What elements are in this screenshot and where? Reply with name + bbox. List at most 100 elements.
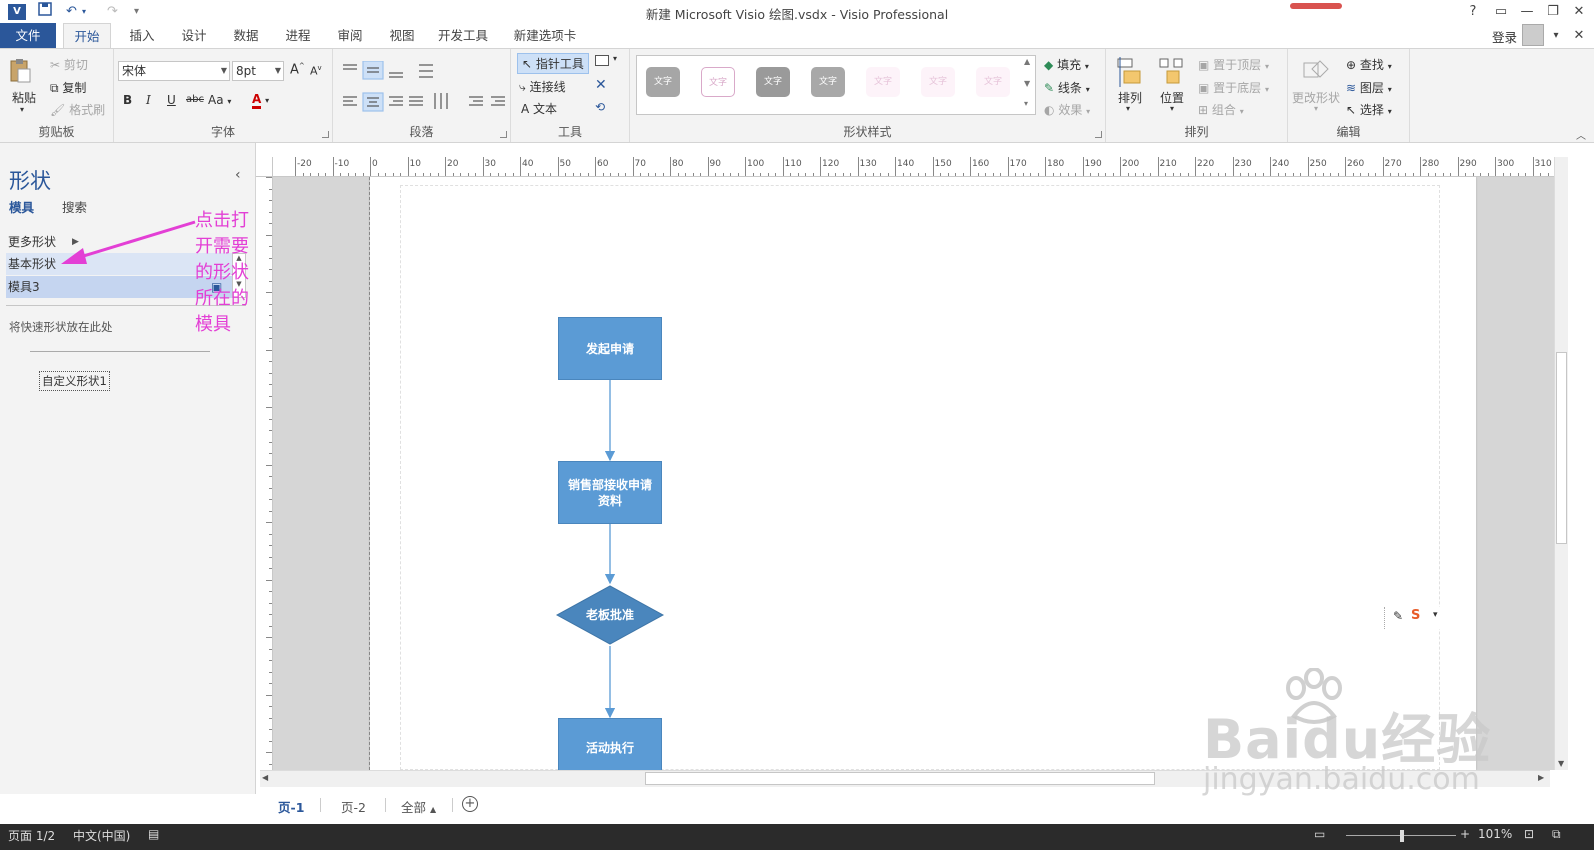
custom-shape-item[interactable]: 自定义形状1 [39,371,110,391]
font-color-button[interactable]: A ▾ [252,92,269,109]
format-painter-button[interactable]: 🖌 格式刷 [50,101,105,118]
position-button[interactable] [1158,57,1186,90]
paste-button[interactable] [8,57,32,86]
change-shape-button[interactable] [1300,57,1330,88]
italic-button[interactable]: I [146,93,151,107]
node-sales-receive[interactable]: 销售部接收申请资料 [558,461,662,524]
login-link[interactable]: 登录 [1492,27,1517,46]
ime-toolbar[interactable]: ✎ S ▾ [1384,607,1454,629]
fill-button[interactable]: ◆ 填充 ▾ [1044,56,1089,73]
tab-process[interactable]: 进程 [274,23,322,48]
style-swatch-4[interactable]: 文字 [805,57,853,105]
status-page[interactable]: 页面 1/2 [8,827,55,844]
fit-page-icon[interactable]: ⊡ [1524,827,1534,841]
copy-button[interactable]: ⧉ 复制 [50,79,86,96]
help-button[interactable]: ? [1462,2,1484,21]
maximize-button[interactable]: ❐ [1542,2,1564,21]
align-chevron-icon[interactable]: ▾ [1126,104,1130,113]
scroll-down-icon[interactable]: ▼ [1558,759,1564,768]
paste-label[interactable]: 粘贴 [12,89,36,106]
close-button[interactable]: ✕ [1568,2,1590,21]
vertical-scroll-thumb[interactable] [1556,352,1567,544]
bold-button[interactable]: B [123,93,132,107]
tab-file[interactable]: 文件 [0,23,56,48]
font-dialog-launcher-icon[interactable] [322,131,329,138]
bring-to-front-button[interactable]: ▣ 置于顶层 ▾ [1198,56,1269,73]
zoom-level[interactable]: 101% [1478,827,1512,841]
gallery-more-icon[interactable]: ▾ [1024,99,1028,108]
node-execute[interactable]: 活动执行 [558,718,662,770]
position-chevron-icon[interactable]: ▾ [1170,104,1174,113]
tab-design[interactable]: 设计 [170,23,218,48]
horizontal-scroll-thumb[interactable] [645,772,1155,785]
group-button[interactable]: ⊞ 组合 ▾ [1198,101,1244,118]
all-pages-button[interactable]: 全部 ▲ [401,797,436,816]
tab-developer[interactable]: 开发工具 [432,23,494,48]
style-swatch-7[interactable]: 文字 [970,57,1018,105]
restore-ribbon-icon[interactable]: ▭ [1490,2,1512,21]
tab-home[interactable]: 开始 [63,23,111,49]
effect-button[interactable]: ◐ 效果 ▾ [1044,101,1090,118]
style-swatch-2[interactable]: 文字 [695,57,743,105]
tab-view[interactable]: 视图 [378,23,426,48]
tab-insert[interactable]: 插入 [118,23,166,48]
add-page-icon[interactable]: + [462,796,478,812]
scroll-left-icon[interactable]: ◀ [262,773,268,782]
line-button[interactable]: ✎ 线条 ▾ [1044,79,1090,96]
style-swatch-3[interactable]: 文字 [750,57,798,105]
font-family-select[interactable]: 宋体 ▼ [118,61,230,81]
gallery-down-icon[interactable]: ▼ [1024,79,1030,88]
minimize-button[interactable]: — [1516,2,1538,21]
avatar[interactable] [1522,24,1544,46]
strikethrough-button[interactable]: abc [186,94,204,105]
zoom-in-icon[interactable]: + [1460,827,1470,841]
rectangle-tool-icon[interactable] [595,55,609,66]
layers-button[interactable]: ≋ 图层 ▾ [1346,79,1392,96]
style-swatch-1[interactable]: 文字 [640,57,688,105]
tab-search[interactable]: 搜索 [62,197,87,216]
pointer-tool-button[interactable]: ↖ 指针工具 [517,53,589,74]
node-start-request[interactable]: 发起申请 [558,317,662,380]
select-button[interactable]: ↖ 选择 ▾ [1346,101,1392,118]
page-tab-1[interactable]: 页-1 [278,797,304,816]
find-button[interactable]: ⊕ 查找 ▾ [1346,56,1392,73]
text-tool-button[interactable]: A 文本 [521,100,557,117]
presentation-mode-icon[interactable]: ▭ [1314,827,1325,841]
scroll-right-icon[interactable]: ▶ [1538,773,1544,782]
node-boss-approve[interactable]: 老板批准 [558,586,662,644]
paragraph-dialog-launcher-icon[interactable] [500,131,507,138]
close-document-icon[interactable]: ✕ [1568,26,1590,45]
ime-menu-icon[interactable]: ▾ [1433,610,1438,620]
shape-tool-chevron-icon[interactable]: ▾ [613,54,617,63]
align-button[interactable] [1116,57,1144,90]
page-tab-2[interactable]: 页-2 [341,797,366,816]
tab-new[interactable]: 新建选项卡 [508,23,582,48]
style-swatch-5[interactable]: 文字 [860,57,908,105]
connector-button[interactable]: ⤷ 连接线 [519,78,566,95]
panel-collapse-icon[interactable]: ‹ [235,167,241,183]
shrink-font-icon[interactable]: Av [310,64,322,78]
change-case-button[interactable]: Aa ▾ [208,93,231,107]
tab-stencils[interactable]: 模具 [9,197,34,216]
font-size-select[interactable]: 8pt ▼ [232,61,284,81]
drawing-canvas[interactable]: 发起申请 销售部接收申请资料 老板批准 活动执行 ✎ S ▾ [273,177,1554,770]
ime-icon[interactable]: ✎ [1393,609,1403,623]
style-swatch-6[interactable]: 文字 [915,57,963,105]
shape-styles-dialog-launcher-icon[interactable] [1095,131,1102,138]
tab-data[interactable]: 数据 [222,23,270,48]
send-to-back-button[interactable]: ▣ 置于底层 ▾ [1198,79,1269,96]
paste-dropdown-icon[interactable]: ▾ [20,105,24,114]
underline-button[interactable]: U [167,93,176,107]
cut-button[interactable]: ✂ 剪切 [50,56,88,73]
connection-point-icon[interactable]: ✕ [595,77,607,93]
sogou-icon[interactable]: S [1411,608,1420,623]
switch-windows-icon[interactable]: ⧉ [1552,827,1561,842]
tab-review[interactable]: 审阅 [326,23,374,48]
zoom-slider-thumb[interactable] [1400,830,1404,842]
change-shape-chevron-icon[interactable]: ▾ [1314,104,1318,113]
vertical-scrollbar[interactable]: ▼ [1554,157,1568,770]
account-dropdown-icon[interactable]: ▾ [1548,26,1564,45]
status-language[interactable]: 中文(中国) [73,827,130,844]
gallery-up-icon[interactable]: ▲ [1024,57,1030,66]
crop-tool-icon[interactable]: ⟲ [595,100,605,114]
